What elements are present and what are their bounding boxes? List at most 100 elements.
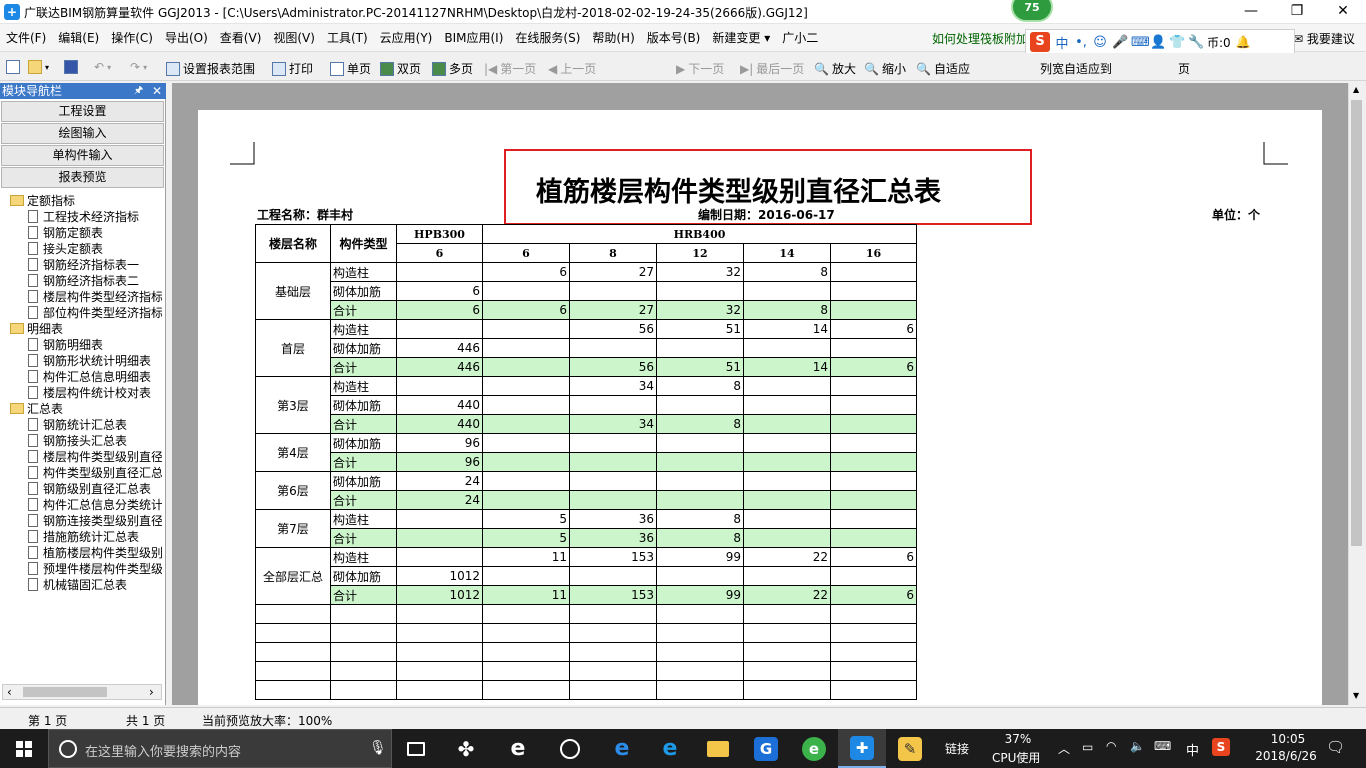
tree-item[interactable]: 预埋件楼层构件类型级	[28, 561, 162, 577]
keyboard-icon[interactable]: ⌨	[1154, 739, 1171, 768]
tree-item[interactable]: 钢筋接头汇总表	[28, 433, 127, 449]
open-folder-icon[interactable]: ▾	[28, 60, 49, 74]
tree-item[interactable]: 钢筋形状统计明细表	[28, 353, 151, 369]
last-page-button[interactable]: ▶| 最后一页	[740, 60, 804, 77]
taskbar-app-green[interactable]: e	[790, 729, 838, 768]
tree-item[interactable]: 楼层构件类型经济指标	[28, 289, 162, 305]
menu-item[interactable]: 查看(V)	[214, 29, 268, 47]
redo-icon[interactable]: ↷ ▾	[130, 60, 147, 74]
tree-item[interactable]: 部位构件类型经济指标	[28, 305, 162, 321]
ime-tools-icon[interactable]: 🔧	[1188, 35, 1204, 50]
scroll-down-icon[interactable]: ▼	[1353, 691, 1359, 700]
scroll-right-icon[interactable]: ›	[149, 685, 154, 699]
undo-icon[interactable]: ↶ ▾	[94, 60, 111, 74]
nav-drawing-input-button[interactable]: 绘图输入	[1, 123, 164, 144]
taskbar-app-ie-blue[interactable]: e	[494, 729, 542, 768]
taskbar-app-glodon[interactable]: G	[742, 729, 790, 768]
next-page-button[interactable]: ▶ 下一页	[676, 60, 724, 77]
ime-punct-indicator[interactable]: •,	[1074, 35, 1088, 50]
nav-close-icon[interactable]: ✕	[152, 83, 162, 99]
tree-item[interactable]: 植筋楼层构件类型级别	[28, 545, 162, 561]
taskbar-app-explorer[interactable]	[694, 729, 742, 768]
ime-keyboard-icon[interactable]: ⌨	[1131, 35, 1150, 50]
tree-item[interactable]: 钢筋明细表	[28, 337, 103, 353]
tray-chevron-up-icon[interactable]: ︿	[1058, 740, 1070, 768]
sogou-logo-icon[interactable]: S	[1030, 32, 1050, 52]
floating-score-badge[interactable]: 75	[1011, 0, 1053, 22]
wifi-icon[interactable]: ◠	[1106, 739, 1116, 768]
tree-item[interactable]: 构件类型级别直径汇总	[28, 465, 162, 481]
menu-item[interactable]: 操作(C)	[105, 29, 159, 47]
volume-icon[interactable]: 🔈	[1130, 739, 1145, 768]
menu-item[interactable]: 版本号(B)	[641, 29, 707, 47]
tree-folder[interactable]: 汇总表	[10, 401, 63, 417]
double-page-button[interactable]: 双页	[380, 60, 421, 77]
menu-item[interactable]: 新建变更 ▾	[706, 29, 776, 47]
taskbar-app-notes[interactable]: ✎	[886, 729, 934, 768]
zoom-out-button[interactable]: 🔍 缩小	[864, 60, 906, 77]
first-page-button[interactable]: |◀ 第一页	[484, 60, 536, 77]
tree-item[interactable]: 钢筋经济指标表一	[28, 257, 139, 273]
menu-item[interactable]: 编辑(E)	[52, 29, 105, 47]
ime-mode-indicator[interactable]: 中	[1055, 33, 1069, 52]
menu-item[interactable]: 导出(O)	[159, 29, 214, 47]
pin-icon[interactable]: 🖈	[134, 83, 143, 99]
ime-user-icon[interactable]: 👤	[1150, 35, 1166, 50]
clock-date[interactable]: 2018/6/26	[1248, 749, 1324, 768]
fit-button[interactable]: 🔍 自适应	[916, 60, 970, 77]
nav-project-settings-button[interactable]: 工程设置	[1, 101, 164, 122]
menu-item[interactable]: 在线服务(S)	[509, 29, 586, 47]
start-button[interactable]	[0, 729, 48, 768]
menu-item[interactable]: 工具(T)	[321, 29, 374, 47]
help-hint-link[interactable]: 如何处理筏板附加	[932, 30, 1028, 47]
bell-icon[interactable]: 🔔	[1236, 35, 1251, 49]
tree-item[interactable]: 钢筋经济指标表二	[28, 273, 139, 289]
task-view-button[interactable]	[392, 729, 440, 768]
scroll-left-icon[interactable]: ‹	[7, 685, 12, 699]
taskbar-app-edge[interactable]: e	[598, 729, 646, 768]
zoom-in-button[interactable]: 🔍 放大	[814, 60, 856, 77]
tray-sogou-icon[interactable]: S	[1212, 738, 1230, 756]
tree-folder[interactable]: 明细表	[10, 321, 63, 337]
new-file-icon[interactable]	[6, 60, 20, 74]
action-center-icon[interactable]: 🗨	[1326, 738, 1345, 768]
menu-item[interactable]: 云应用(Y)	[374, 29, 439, 47]
taskbar-search-box[interactable]: 在这里输入你要搜索的内容 🎙	[48, 729, 392, 768]
ime-emoji-icon[interactable]: ☺	[1093, 35, 1107, 50]
tree-horizontal-scrollbar[interactable]: ‹ ›	[2, 684, 162, 700]
taskbar-app-chrome-like[interactable]	[546, 729, 594, 768]
scroll-thumb[interactable]	[23, 687, 107, 697]
print-button[interactable]: 打印	[272, 60, 313, 77]
menu-item[interactable]: BIM应用(I)	[438, 29, 509, 47]
menu-item[interactable]: 帮助(H)	[586, 29, 640, 47]
minimize-button[interactable]: —	[1228, 0, 1274, 24]
tree-item[interactable]: 机械锚固汇总表	[28, 577, 127, 593]
ime-voice-icon[interactable]: 🎤	[1112, 35, 1128, 50]
ime-skin-icon[interactable]: 👕	[1169, 35, 1185, 50]
taskbar-app-active[interactable]: ✚	[838, 729, 886, 768]
tree-folder[interactable]: 定额指标	[10, 193, 75, 209]
tree-item[interactable]: 接头定额表	[28, 241, 103, 257]
menu-item[interactable]: 文件(F)	[0, 29, 52, 47]
tree-item[interactable]: 措施筋统计汇总表	[28, 529, 139, 545]
multi-page-button[interactable]: 多页	[432, 60, 473, 77]
taskbar-app-ie[interactable]: e	[646, 729, 694, 768]
nav-single-component-button[interactable]: 单构件输入	[1, 145, 164, 166]
single-page-button[interactable]: 单页	[330, 60, 371, 77]
tray-ime-indicator[interactable]: 中	[1186, 740, 1199, 768]
app-icon[interactable]: +	[4, 4, 20, 20]
tree-item[interactable]: 构件汇总信息分类统计	[28, 497, 162, 513]
tree-item[interactable]: 构件汇总信息明细表	[28, 369, 151, 385]
nav-report-preview-button[interactable]: 报表预览	[1, 167, 164, 188]
scroll-up-icon[interactable]: ▲	[1353, 85, 1359, 94]
maximize-button[interactable]: ❐	[1274, 0, 1320, 24]
set-report-range-button[interactable]: 设置报表范围	[166, 60, 255, 77]
tree-item[interactable]: 楼层构件统计校对表	[28, 385, 151, 401]
microphone-icon[interactable]: 🎙	[369, 740, 387, 756]
menu-item[interactable]: 广小二	[776, 29, 824, 47]
close-button[interactable]: ✕	[1320, 0, 1366, 24]
taskbar-app-fan[interactable]: ✤	[442, 729, 490, 768]
tree-item[interactable]: 钢筋级别直径汇总表	[28, 481, 151, 497]
battery-icon[interactable]: ▭	[1082, 740, 1093, 768]
tree-item[interactable]: 工程技术经济指标	[28, 209, 139, 225]
